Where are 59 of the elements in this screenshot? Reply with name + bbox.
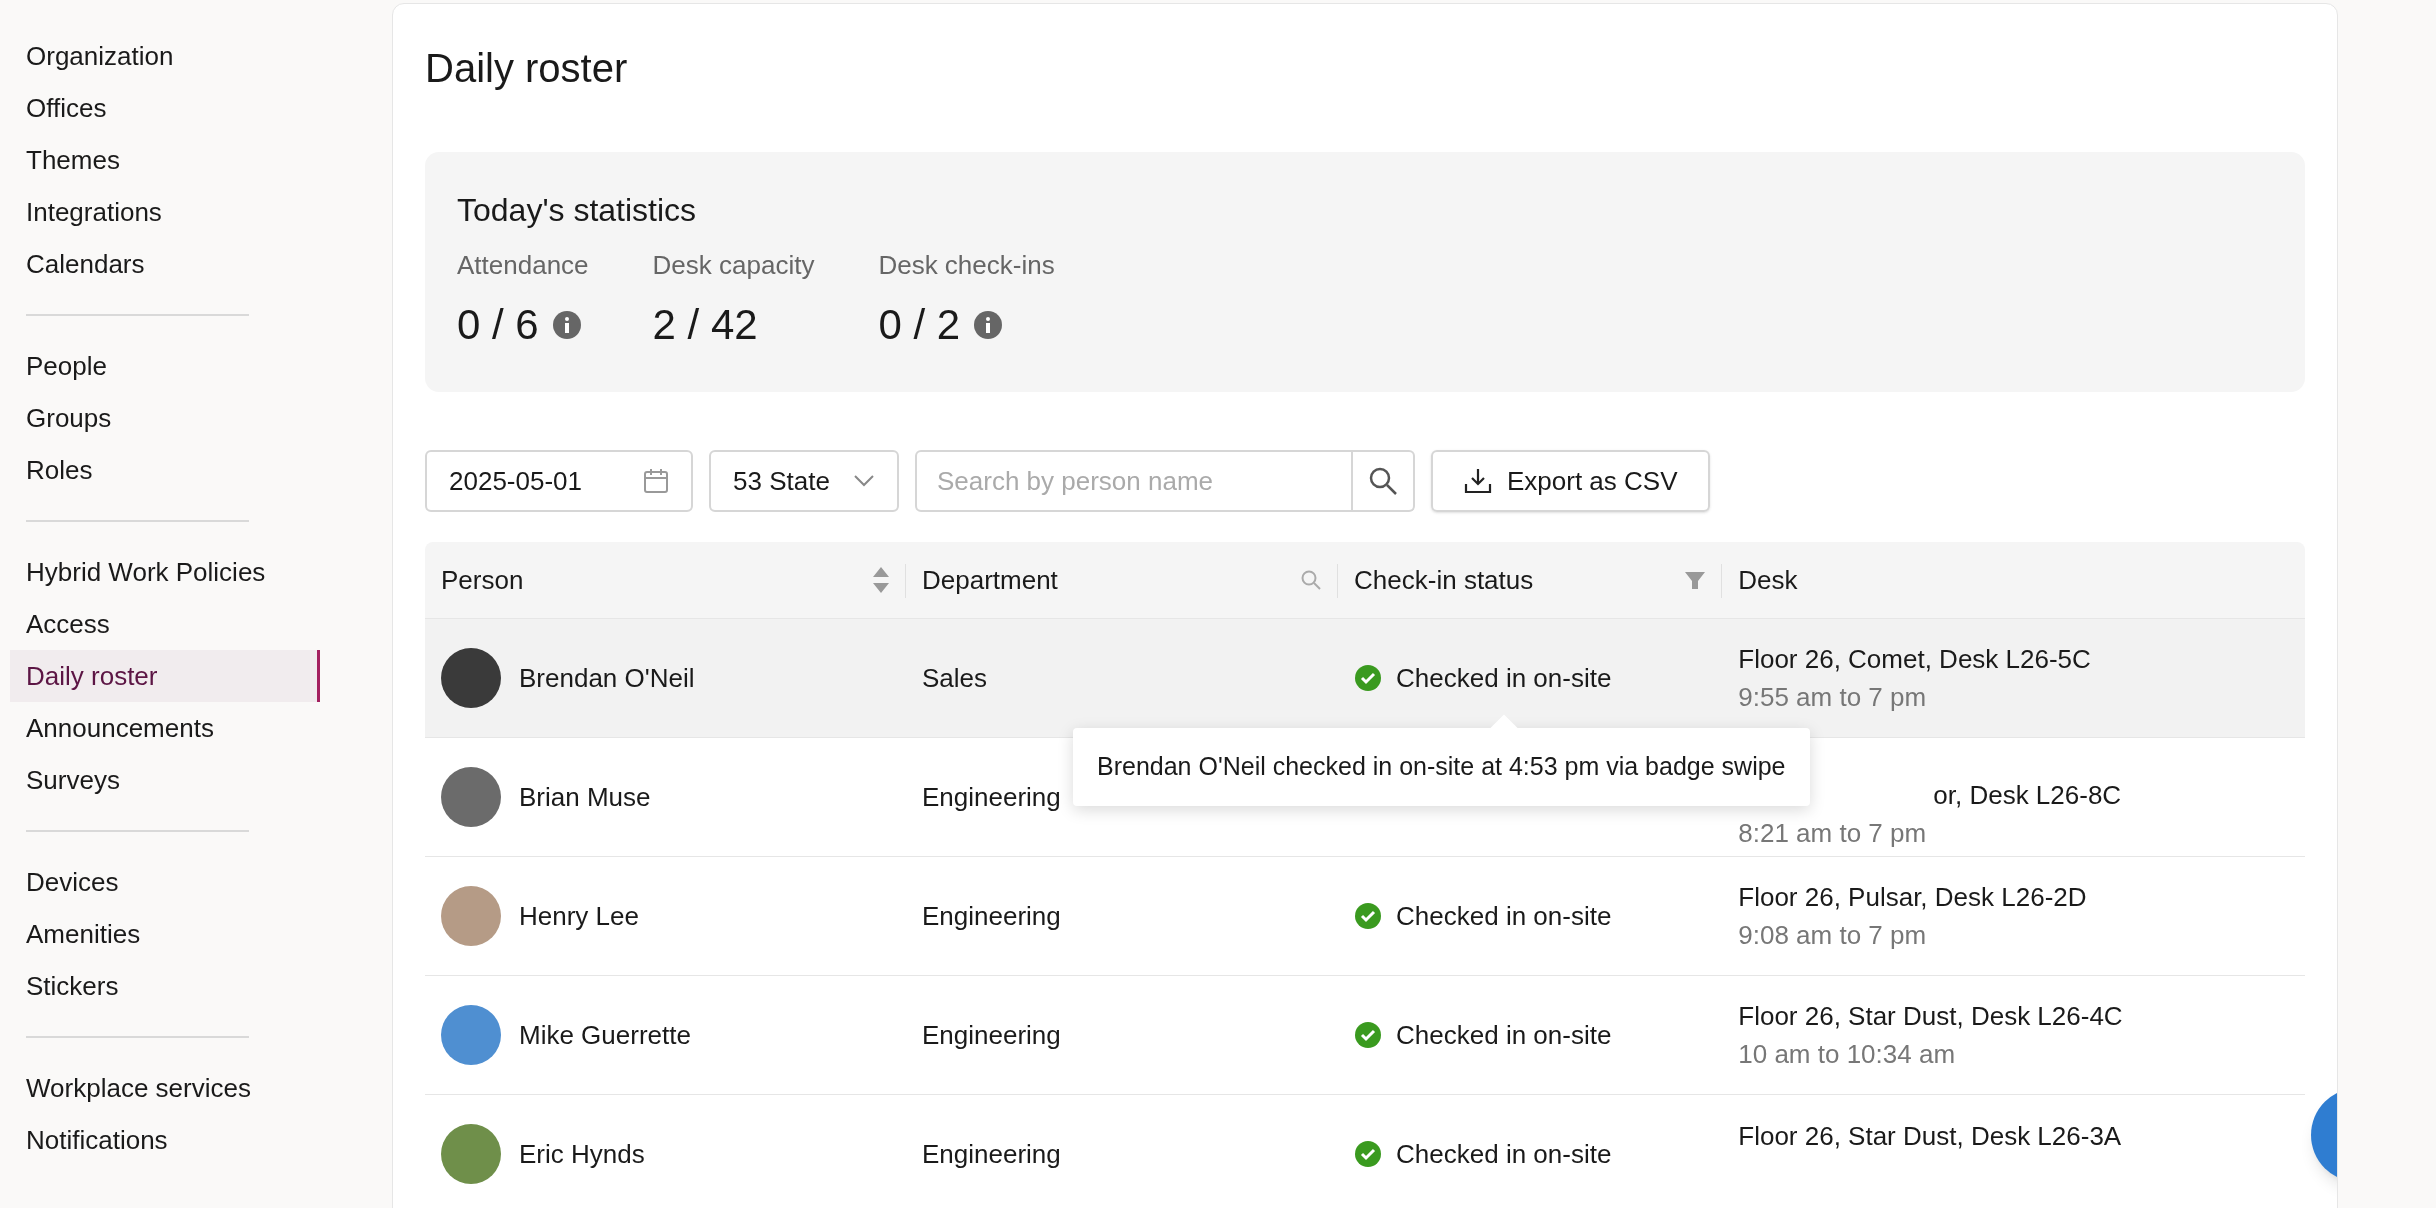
sidebar-item[interactable]: Amenities: [10, 908, 320, 960]
stat-value: 0 / 6: [457, 300, 539, 350]
status-text: Checked in on-site: [1396, 1018, 1612, 1052]
tooltip: Brendan O'Neil checked in on-site at 4:53 pm via badge swipe: [1073, 728, 1810, 806]
department-text: Engineering: [921, 1137, 1061, 1171]
column-header: Check-in status: [1354, 563, 1534, 597]
person-name: Mike Guerrette: [519, 1018, 691, 1052]
stat-label: Desk check-ins: [878, 249, 1055, 282]
person-name: Henry Lee: [519, 899, 639, 933]
sidebar-item[interactable]: Themes: [10, 134, 320, 186]
time-text: 10 am to 10:34 am: [1738, 1038, 1956, 1071]
person-name: Brian Muse: [519, 780, 651, 814]
time-text: 9:08 am to 7 pm: [1738, 919, 1927, 952]
sidebar-item[interactable]: Calendars: [10, 238, 320, 290]
desk-text: or, Desk L26-8C: [1933, 779, 2122, 812]
desk-text: Floor 26, Star Dust, Desk L26-3A: [1738, 1120, 2122, 1153]
sidebar-item[interactable]: Stickers: [10, 960, 320, 1012]
column-header: Department: [921, 563, 1058, 597]
sidebar-item[interactable]: Integrations: [10, 186, 320, 238]
sidebar-item[interactable]: Devices: [10, 856, 320, 908]
column-header: Person: [441, 563, 524, 597]
stat-value: 0 / 2: [878, 300, 961, 350]
desk-text: Floor 26, Comet, Desk L26-5C: [1738, 643, 2091, 676]
status-text: Checked in on-site: [1396, 1137, 1612, 1171]
sidebar-item[interactable]: Hybrid Work Policies: [10, 546, 320, 598]
search-field[interactable]: Search by person name: [915, 450, 1353, 512]
sidebar-item[interactable]: Groups: [10, 392, 320, 444]
page-title: Daily roster: [425, 45, 628, 92]
stat-value: 2 / 42: [652, 300, 758, 350]
department-text: Engineering: [921, 899, 1061, 933]
person-name: Eric Hynds: [519, 1137, 645, 1171]
department-text: Engineering: [921, 780, 1061, 814]
sidebar-item[interactable]: Surveys: [10, 754, 320, 806]
department-text: Sales: [921, 661, 987, 695]
column-header: Desk: [1738, 563, 1798, 597]
stat-label: Desk capacity: [652, 249, 815, 282]
statistics-title: Today's statistics: [457, 191, 697, 230]
person-name: Brendan O'Neil: [519, 661, 695, 695]
stat-label: Attendance: [457, 249, 589, 282]
status-text: Checked in on-site: [1396, 899, 1612, 933]
sidebar-item[interactable]: Roles: [10, 444, 320, 496]
time-text: 8:21 am to 7 pm: [1738, 817, 1927, 850]
sidebar-item[interactable]: Notifications: [10, 1114, 320, 1166]
sidebar-item[interactable]: Daily roster: [10, 650, 320, 702]
time-text: 9:55 am to 7 pm: [1738, 681, 1927, 714]
sidebar-item[interactable]: People: [10, 340, 320, 392]
desk-text: Floor 26, Pulsar, Desk L26-2D: [1738, 881, 2087, 914]
sidebar-item[interactable]: Announcements: [10, 702, 320, 754]
desk-text: Floor 26, Star Dust, Desk L26-4C: [1738, 1000, 2123, 1033]
export-button[interactable]: Export as CSV: [1431, 450, 1710, 512]
department-text: Engineering: [921, 1018, 1061, 1052]
sidebar-item[interactable]: Access: [10, 598, 320, 650]
status-text: Checked in on-site: [1396, 661, 1612, 695]
sidebar-item[interactable]: Organization: [10, 30, 320, 82]
date-field[interactable]: 2025-05-01: [425, 450, 693, 512]
office-dropdown[interactable]: 53 State: [709, 450, 899, 512]
sidebar-item[interactable]: Workplace services: [10, 1062, 320, 1114]
sidebar-item[interactable]: Offices: [10, 82, 320, 134]
table-row[interactable]: Brendan O'Neil Sales Checked in on-site Floor 26, Comet, Desk L26-5C 9:55 am to 7 pm: [425, 619, 2305, 738]
